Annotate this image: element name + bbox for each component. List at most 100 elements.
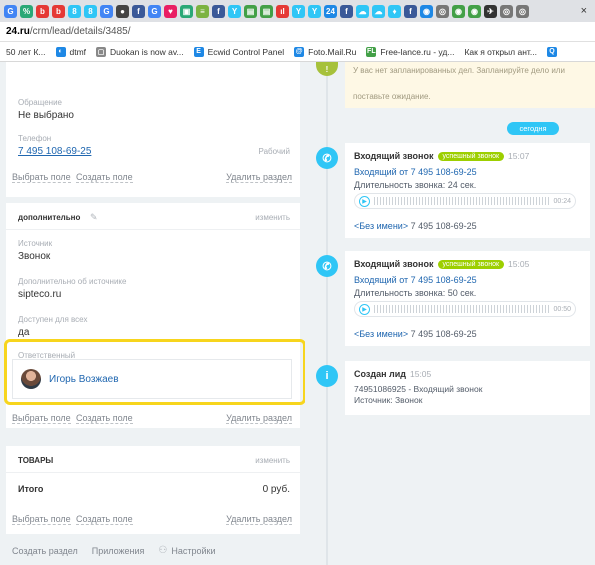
tab-favicon-icon[interactable]: b xyxy=(36,4,49,18)
tab-favicon-icon[interactable]: Y xyxy=(228,4,241,18)
delete-section-link[interactable]: Удалить раздел xyxy=(226,172,292,183)
pencil-icon[interactable]: ✎ xyxy=(90,212,98,223)
settings-link[interactable]: ⚇ Настройки xyxy=(158,545,215,556)
bookmark-label: 50 лет К... xyxy=(6,46,46,57)
tab-favicon-icon[interactable]: G xyxy=(148,4,161,18)
call-duration: Длительность звонка: 50 сек. xyxy=(354,288,477,298)
tab-favicon-icon[interactable]: ◉ xyxy=(420,4,433,18)
tab-favicon-icon[interactable]: ✈ xyxy=(484,4,497,18)
tab-favicon-icon[interactable]: ≡ xyxy=(196,4,209,18)
tab-favicon-icon[interactable]: ♥ xyxy=(164,4,177,18)
tab-favicon-icon[interactable]: 24 xyxy=(324,4,337,18)
create-field-link[interactable]: Создать поле xyxy=(76,413,133,424)
apps-link[interactable]: Приложения xyxy=(92,546,145,556)
tab-favicon-icon[interactable]: ☁ xyxy=(372,4,385,18)
browser-tab-strip: G% b b 8 8 G ● f G ♥ ▣ ≡ f Y ▤ ▤ ıl Y Y 24 f ☁ ☁ ♦ f ◉ ◎ ◉ ◉ ✈ ◎ ◎ × xyxy=(0,0,595,22)
call-from-link[interactable]: Входящий от 7 495 108-69-25 xyxy=(354,275,477,285)
phone-icon: ✆ xyxy=(316,255,338,277)
tab-favicon-icon[interactable]: ♦ xyxy=(388,4,401,18)
tab-favicon-icon[interactable]: ıl xyxy=(276,4,289,18)
status-badge: успешный звонок xyxy=(437,259,505,269)
phone-link[interactable]: 7 495 108-69-25 xyxy=(18,146,91,157)
bookmark-label: dtmf xyxy=(69,46,87,57)
source-value: Звонок xyxy=(18,251,51,262)
created-time: 15:05 xyxy=(409,369,432,379)
tab-favicon-icon[interactable]: f xyxy=(340,4,353,18)
delete-section-link[interactable]: Удалить раздел xyxy=(226,514,292,525)
audio-player[interactable]: ▶ 00:50 xyxy=(354,301,576,317)
bookmark-label: Duokan is now av... xyxy=(110,46,184,57)
bookmarks-bar: 50 лет К... ◐ dtmf ▢ Duokan is now av... E Ecw… xyxy=(0,42,595,62)
pending-text: поставьте ожидание. xyxy=(353,92,431,101)
caller-link[interactable]: <Без имени> 7 495 108-69-25 xyxy=(354,221,477,231)
bookmark-item[interactable]: Как я открыл ант... xyxy=(464,47,537,57)
call-from-link[interactable]: Входящий от 7 495 108-69-25 xyxy=(354,167,477,177)
select-field-link[interactable]: Выбрать поле xyxy=(12,172,71,183)
tab-favicon-icon[interactable]: 8 xyxy=(68,4,81,18)
timeline-line xyxy=(326,62,328,565)
tab-favicon-icon[interactable]: Y xyxy=(308,4,321,18)
bookmark-item[interactable]: 50 лет К... xyxy=(6,47,46,57)
tab-favicon-icon[interactable]: % xyxy=(20,4,33,18)
bookmark-icon: E xyxy=(193,46,204,57)
audio-player[interactable]: ▶ 00:24 xyxy=(354,193,576,209)
delete-section-link[interactable]: Удалить раздел xyxy=(226,413,292,424)
play-icon[interactable]: ▶ xyxy=(359,303,370,315)
play-icon[interactable]: ▶ xyxy=(359,195,370,207)
bookmark-item[interactable]: ▢ Duokan is now av... xyxy=(96,46,184,57)
edit-products-link[interactable]: изменить xyxy=(255,456,290,465)
today-badge: сегодня xyxy=(507,122,559,135)
waveform[interactable] xyxy=(374,197,550,205)
appeal-value[interactable]: Не выбрано xyxy=(18,110,74,121)
tab-favicon-icon[interactable]: f xyxy=(132,4,145,18)
pending-text: У вас нет запланированных дел. Запланиру… xyxy=(353,66,565,75)
tab-favicon-icon[interactable]: f xyxy=(212,4,225,18)
created-line: 74951086925 - Входящий звонок xyxy=(354,384,483,394)
create-field-link[interactable]: Создать поле xyxy=(76,514,133,525)
player-time: 00:24 xyxy=(553,197,571,205)
player-time: 00:50 xyxy=(553,305,571,313)
bookmark-item[interactable]: @ Foto.Mail.Ru xyxy=(294,46,356,57)
tab-favicon-icon[interactable]: ◎ xyxy=(516,4,529,18)
tab-favicon-icon[interactable]: f xyxy=(404,4,417,18)
bookmark-item[interactable]: FL Free-lance.ru - уд... xyxy=(366,46,455,57)
tab-favicon-icon[interactable]: ● xyxy=(116,4,129,18)
responsible-highlight xyxy=(4,339,306,405)
tab-favicon-icon[interactable]: G xyxy=(100,4,113,18)
divider xyxy=(6,472,300,473)
tab-favicon-icon[interactable]: ◎ xyxy=(500,4,513,18)
tab-favicon-icon[interactable]: b xyxy=(52,4,65,18)
tab-favicon-icon[interactable]: ▤ xyxy=(244,4,257,18)
tab-favicon-icon[interactable]: ▣ xyxy=(180,4,193,18)
create-field-link[interactable]: Создать поле xyxy=(76,172,133,183)
timeline-created: Создан лид 15:05 74951086925 - Входящий … xyxy=(345,361,590,415)
select-field-link[interactable]: Выбрать поле xyxy=(12,413,71,424)
url-path: /crm/lead/details/3485/ xyxy=(29,26,131,37)
tab-favicon-icon[interactable]: ☁ xyxy=(356,4,369,18)
divider xyxy=(6,229,300,230)
tab-favicon-icon[interactable]: Y xyxy=(292,4,305,18)
tab-favicon-icon[interactable]: ▤ xyxy=(260,4,273,18)
caller-link[interactable]: <Без имени> 7 495 108-69-25 xyxy=(354,329,477,339)
source-info-label: Дополнительно об источнике xyxy=(18,277,127,286)
bookmark-label: Free-lance.ru - уд... xyxy=(380,46,455,57)
create-section-link[interactable]: Создать раздел xyxy=(12,546,78,556)
tab-favicon-icon[interactable]: ◎ xyxy=(436,4,449,18)
tab-favicon-icon[interactable]: 8 xyxy=(84,4,97,18)
tab-favicon-icon[interactable]: ◉ xyxy=(452,4,465,18)
address-bar[interactable]: 24.ru/crm/lead/details/3485/ xyxy=(0,22,595,42)
bookmark-item[interactable]: Q xyxy=(546,46,557,57)
select-field-link[interactable]: Выбрать поле xyxy=(12,514,71,525)
tab-favicon-icon[interactable]: ◉ xyxy=(468,4,481,18)
waveform[interactable] xyxy=(374,305,550,313)
close-icon[interactable]: × xyxy=(581,5,587,17)
total-label: Итого xyxy=(18,484,44,494)
phone-label: Телефон xyxy=(18,134,52,143)
bookmark-item[interactable]: E Ecwid Control Panel xyxy=(193,46,284,57)
phone-type: Рабочий xyxy=(258,147,290,156)
timeline-call: Входящий звонок успешный звонок 15:07 Вх… xyxy=(345,143,590,238)
settings-icon: ⚇ xyxy=(158,545,168,556)
bookmark-item[interactable]: ◐ dtmf xyxy=(55,46,87,57)
tab-favicon-icon[interactable]: G xyxy=(4,4,17,18)
edit-additional-link[interactable]: изменить xyxy=(255,213,290,222)
